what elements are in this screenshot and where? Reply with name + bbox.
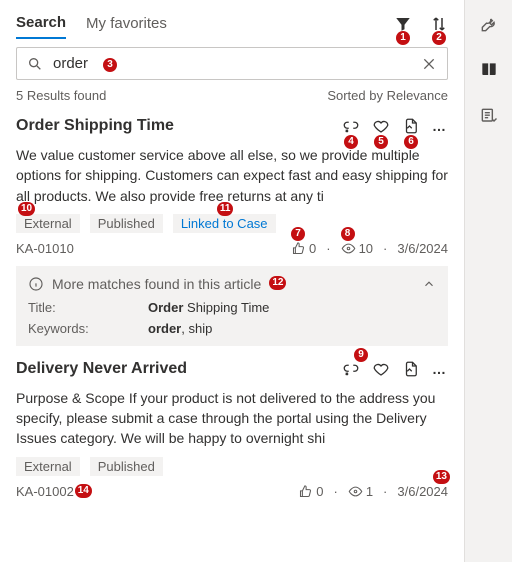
views-icon: 1 (348, 484, 373, 499)
link-doc-icon[interactable]: 6 (402, 117, 420, 135)
field-title-value: Order Shipping Time (148, 300, 269, 315)
badge-sort: 2 (432, 31, 446, 45)
clear-icon[interactable] (421, 56, 437, 72)
badge-a2-date: 13 (433, 470, 450, 484)
dot: · (383, 241, 387, 256)
article-2-date: 3/6/2024 13 (397, 484, 448, 499)
article-2-id: KA-01002 14 (16, 484, 74, 499)
book-icon[interactable] (479, 60, 499, 80)
tag-published[interactable]: Published (90, 214, 163, 233)
tag-published[interactable]: Published (90, 457, 163, 476)
badge-filter: 1 (396, 31, 410, 45)
search-box[interactable]: 3 (16, 47, 448, 80)
tab-search[interactable]: Search (16, 8, 66, 39)
likes-icon[interactable]: 0 (298, 484, 323, 499)
tab-favorites[interactable]: My favorites (86, 9, 167, 38)
dot: · (383, 484, 387, 499)
article-2-excerpt: Purpose & Scope If your product is not d… (16, 388, 448, 449)
badge-a1-fav: 5 (374, 135, 388, 149)
badge-tag-external: 10 (18, 202, 35, 216)
badge-a2-id: 14 (75, 484, 92, 498)
field-title-label: Title: (28, 300, 148, 315)
badge-more: 12 (269, 276, 286, 290)
dot: · (326, 241, 330, 256)
tabs-bar: Search My favorites 1 2 (16, 8, 448, 39)
views-icon: 10 8 (341, 241, 373, 256)
sort-icon[interactable]: 2 (430, 15, 448, 33)
article-1-excerpt: We value customer service above all else… (16, 145, 448, 206)
more-matches: More matches found in this article 12 Ti… (16, 266, 448, 346)
article-1-title[interactable]: Order Shipping Time (16, 117, 342, 135)
favorite-icon[interactable] (372, 360, 390, 378)
unlink-icon[interactable] (342, 360, 360, 378)
unlink-icon[interactable]: 4 (342, 117, 360, 135)
favorite-icon[interactable]: 5 (372, 117, 390, 135)
badge-tag-linked: 11 (217, 202, 234, 216)
article-1-id: KA-01010 (16, 241, 74, 256)
field-keywords-value: order, ship (148, 321, 212, 336)
tag-external[interactable]: External 10 (16, 214, 80, 233)
badge-a1-likes: 7 (291, 227, 305, 241)
more-icon[interactable]: … (432, 361, 448, 377)
wrench-icon[interactable] (479, 14, 499, 34)
info-icon (28, 276, 44, 292)
field-keywords-label: Keywords: (28, 321, 148, 336)
dot: · (333, 484, 337, 499)
tag-external[interactable]: External (16, 457, 80, 476)
more-label: More matches found in this article (52, 276, 261, 292)
tag-linked[interactable]: Linked to Case 11 (173, 214, 276, 233)
results-sort: Sorted by Relevance (327, 88, 448, 103)
search-icon (27, 56, 43, 72)
side-rail (464, 0, 512, 562)
badge-a1-views: 8 (341, 227, 355, 241)
badge-a1-link: 6 (404, 135, 418, 149)
likes-icon[interactable]: 0 7 (291, 241, 316, 256)
results-count: 5 Results found (16, 88, 106, 103)
badge-a1-unlink: 4 (344, 135, 358, 149)
article-1: Order Shipping Time 4 5 6 … (16, 117, 448, 346)
article-2: 9 Delivery Never Arrived … Purpose & Sc (16, 360, 448, 499)
script-icon[interactable] (479, 106, 499, 126)
article-1-date: 3/6/2024 (397, 241, 448, 256)
badge-searchbox: 3 (103, 58, 117, 72)
filter-icon[interactable]: 1 (394, 15, 412, 33)
article-2-title[interactable]: Delivery Never Arrived (16, 360, 342, 378)
link-doc-icon[interactable] (402, 360, 420, 378)
more-icon[interactable]: … (432, 118, 448, 134)
chevron-up-icon[interactable] (422, 277, 436, 291)
